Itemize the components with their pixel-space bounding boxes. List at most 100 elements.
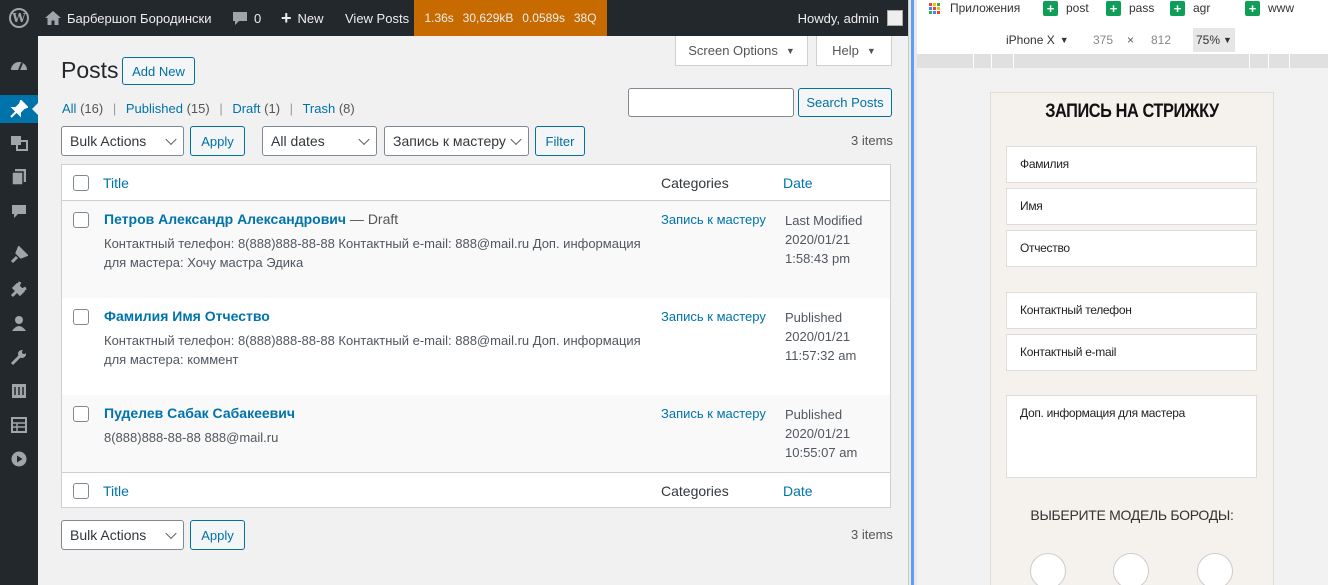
wp-logo-menu[interactable]: W xyxy=(0,0,38,36)
select-all-checkbox-bottom[interactable] xyxy=(73,483,89,499)
bookmark-agr[interactable]: + agr xyxy=(1170,0,1210,16)
device-width-input[interactable]: 375 xyxy=(1093,28,1113,52)
patronymic-field[interactable]: Отчество xyxy=(1006,230,1257,267)
plugins-icon[interactable] xyxy=(0,275,38,303)
select-all-checkbox[interactable] xyxy=(73,175,89,191)
post-category-link[interactable]: Запись к мастеру xyxy=(661,212,766,227)
bulk-actions-value: Bulk Actions xyxy=(70,133,147,149)
ruler-tick xyxy=(1268,54,1269,68)
query-monitor-stats[interactable]: 1.36s 30,629kB 0.0589s 38Q xyxy=(414,0,607,36)
column-title-header[interactable]: Title xyxy=(103,175,129,191)
post-date-cell: Published 2020/01/21 11:57:32 am xyxy=(785,308,856,365)
posts-icon[interactable] xyxy=(0,95,38,123)
surname-field[interactable]: Фамилия xyxy=(1006,146,1257,183)
items-count-top: 3 items xyxy=(851,133,893,148)
device-select[interactable]: iPhone X ▼ xyxy=(1006,28,1069,52)
screen-options-toggle[interactable]: Screen Options ▼ xyxy=(675,36,808,66)
dates-filter-select[interactable]: All dates xyxy=(262,126,377,156)
chevron-down-icon xyxy=(358,133,370,146)
add-new-button[interactable]: Add New xyxy=(122,57,195,85)
post-title-link[interactable]: Петров Александр Александрович xyxy=(104,211,346,227)
post-category-link[interactable]: Запись к мастеру xyxy=(661,309,766,324)
account-menu[interactable]: Howdy, admin xyxy=(798,0,903,36)
row-checkbox[interactable] xyxy=(73,212,89,228)
bookmark-pass[interactable]: + pass xyxy=(1106,0,1154,16)
dashboard-icon[interactable] xyxy=(0,50,38,78)
ruler-tick xyxy=(1249,54,1250,68)
post-excerpt: 8(888)888-88-88 888@mail.ru xyxy=(104,430,279,445)
booking-form-title: ЗАПИСЬ НА СТРИЖКУ xyxy=(1045,101,1219,122)
time-value: 11:57:32 am xyxy=(785,348,857,363)
search-input[interactable] xyxy=(628,88,794,117)
view-published-link[interactable]: Published xyxy=(126,101,183,116)
view-posts-link[interactable]: View Posts xyxy=(345,0,409,36)
qm-time: 1.36s xyxy=(424,11,454,25)
help-label: Help xyxy=(832,43,859,58)
phone-field[interactable]: Контактный телефон xyxy=(1006,292,1257,329)
separator: | xyxy=(289,101,294,116)
filter-button[interactable]: Filter xyxy=(535,126,585,156)
device-preview-pane: Приложения + post + pass + agr + www iPh… xyxy=(917,0,1328,585)
email-field[interactable]: Контактный e-mail xyxy=(1006,334,1257,371)
table-row: Петров Александр Александрович — Draft К… xyxy=(62,201,890,298)
users-icon[interactable] xyxy=(0,309,38,337)
column-title-footer[interactable]: Title xyxy=(103,483,129,499)
name-field[interactable]: Имя xyxy=(1006,188,1257,225)
search-posts-button[interactable]: Search Posts xyxy=(798,88,892,117)
settings-icon[interactable] xyxy=(0,377,38,405)
site-name-link[interactable]: Барбершоп Бородински xyxy=(45,0,211,36)
sheets-icon: + xyxy=(1170,0,1185,16)
ruler-tick xyxy=(1013,54,1014,68)
wordpress-logo-icon: W xyxy=(9,8,29,28)
date-value: 2020/01/21 xyxy=(785,426,851,441)
media-icon[interactable] xyxy=(0,129,38,157)
bookmark-www[interactable]: + www xyxy=(1245,0,1294,16)
new-content-menu[interactable]: + New xyxy=(281,0,324,36)
view-trash-link[interactable]: Trash xyxy=(302,101,335,116)
tools-icon[interactable] xyxy=(0,343,38,371)
post-category-link[interactable]: Запись к мастеру xyxy=(661,406,766,421)
apply-button-top[interactable]: Apply xyxy=(190,126,245,156)
separator: | xyxy=(219,101,223,116)
row-checkbox[interactable] xyxy=(73,309,89,325)
device-viewport: ЗАПИСЬ НА СТРИЖКУ Фамилия Имя Отчество К… xyxy=(917,68,1328,585)
sheets-icon: + xyxy=(1106,0,1121,16)
category-filter-select[interactable]: Запись к мастеру xyxy=(384,126,529,156)
beard-option[interactable] xyxy=(1197,553,1233,585)
master-info-textarea[interactable]: Доп. информация для мастера xyxy=(1006,395,1257,478)
bulk-actions-select-bottom[interactable]: Bulk Actions xyxy=(61,520,184,550)
date-status: Published xyxy=(785,407,843,422)
post-date-cell: Last Modified 2020/01/21 1:58:43 pm xyxy=(785,211,862,268)
dates-filter-value: All dates xyxy=(271,133,325,149)
device-height-input[interactable]: 812 xyxy=(1151,28,1171,52)
pane-resize-handle[interactable] xyxy=(908,0,917,585)
dimension-separator: × xyxy=(1127,33,1135,47)
table-row: Фамилия Имя Отчество Контактный телефон:… xyxy=(62,298,890,395)
row-checkbox[interactable] xyxy=(73,406,89,422)
bookmarks-bar: Приложения + post + pass + agr + www xyxy=(917,0,1328,18)
comments-icon[interactable] xyxy=(0,197,38,225)
column-date-footer[interactable]: Date xyxy=(783,483,813,499)
beard-option[interactable] xyxy=(1113,553,1149,585)
caret-down-icon: ▼ xyxy=(1059,35,1069,45)
bookmark-post[interactable]: + post xyxy=(1043,0,1089,16)
qm-queries: 38Q xyxy=(573,11,597,25)
howdy-text: Howdy, admin xyxy=(797,10,879,26)
bookmark-apps[interactable]: Приложения xyxy=(929,0,1020,16)
media-query-bar[interactable] xyxy=(917,54,1328,68)
play-icon[interactable] xyxy=(0,445,38,473)
view-draft-link[interactable]: Draft xyxy=(232,101,260,116)
post-title-link[interactable]: Пуделев Сабак Сабакеевич xyxy=(104,405,295,421)
post-title-link[interactable]: Фамилия Имя Отчество xyxy=(104,308,270,324)
apply-button-bottom[interactable]: Apply xyxy=(190,520,245,550)
bulk-actions-select-top[interactable]: Bulk Actions xyxy=(61,126,184,156)
pages-icon[interactable] xyxy=(0,163,38,191)
help-toggle[interactable]: Help ▼ xyxy=(816,36,892,66)
beard-option[interactable] xyxy=(1030,553,1066,585)
comments-link[interactable]: 0 xyxy=(232,0,261,36)
column-date-header[interactable]: Date xyxy=(783,175,813,191)
view-all-link[interactable]: All xyxy=(62,101,76,116)
table-icon[interactable] xyxy=(0,411,38,439)
appearance-icon[interactable] xyxy=(0,241,38,269)
zoom-select[interactable]: 75% ▼ xyxy=(1193,28,1235,52)
